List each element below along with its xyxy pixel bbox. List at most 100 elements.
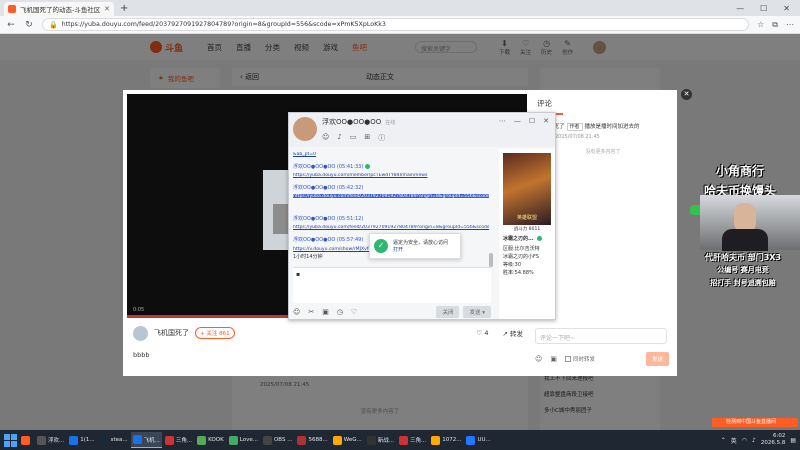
address-toolbar: ← ↻ 🔒 https://yuba.douyu.com/feed/203792… <box>0 16 800 34</box>
taskbar-app[interactable]: 新战... <box>365 432 396 448</box>
author-avatar[interactable] <box>133 325 148 341</box>
heart-icon[interactable]: ♡ <box>351 308 357 316</box>
comment-tools: ☺ ▣ 同时转发 发送 <box>535 352 669 366</box>
verified-icon <box>537 236 543 241</box>
close-window-button[interactable]: ✕ <box>783 4 790 13</box>
taskbar-app-label: 三角... <box>409 438 427 444</box>
minimize-button[interactable]: — <box>736 4 744 13</box>
favorite-star-icon[interactable]: ☆ <box>757 20 764 29</box>
emoji-icon[interactable]: ☺ <box>322 133 329 143</box>
window-controls: — ☐ ✕ <box>736 4 800 13</box>
taskbar: 浮欢... 1(1... stea... 飞机... 三角... KOOK Love... O… <box>0 430 800 450</box>
overlay-line: 招打手 封号追溯包赔 <box>710 279 776 287</box>
url-field[interactable]: 🔒 https://yuba.douyu.com/feed/2037927091… <box>42 18 750 31</box>
author-name[interactable]: 飞机国死了 <box>154 328 189 338</box>
taskbar-app[interactable]: 5688... <box>295 432 329 448</box>
post-author-bar: 飞机国死了 + 关注 861 ♡ 4 ↗ 转发 <box>133 324 523 342</box>
taskbar-app[interactable]: 飞机... <box>130 432 162 448</box>
info-icon[interactable]: ⓘ <box>378 133 385 143</box>
post-actions: ♡ 4 ↗ 转发 <box>476 328 523 338</box>
contact-avatar[interactable] <box>293 117 317 141</box>
taskbar-app[interactable]: OBS ... <box>261 432 295 448</box>
volume-icon[interactable]: ♪ <box>752 437 756 444</box>
browser-tab[interactable]: 飞机国死了的动态-斗鱼社区 ✕ <box>4 2 114 16</box>
emoji-icon[interactable]: ☺ <box>535 355 542 363</box>
taskbar-app[interactable]: Love... <box>227 432 260 448</box>
scroll-thumb[interactable] <box>489 253 493 267</box>
message-link[interactable]: &ab_pt=0 <box>293 152 489 157</box>
taskbar-app-label: WeG... <box>343 437 362 443</box>
like-button[interactable]: ♡ 4 <box>476 329 488 337</box>
message-link[interactable]: https://yuba.douyu.com/member/pcTEwdTY84… <box>293 173 489 178</box>
follow-button[interactable]: + 关注 861 <box>195 327 235 339</box>
taskbar-app[interactable]: 1(1... <box>67 432 96 448</box>
scissors-icon[interactable]: ✂ <box>308 308 314 316</box>
app-icon <box>228 435 238 445</box>
game-profile-card[interactable]: 英雄联盟 战斗力 8011 <box>503 153 551 232</box>
notifications-icon[interactable]: ▤ <box>790 437 796 444</box>
app-icon <box>398 435 408 445</box>
history-icon[interactable]: ◷ <box>337 308 343 316</box>
close-icon[interactable]: ✕ <box>543 117 549 125</box>
close-tab-icon[interactable]: ✕ <box>104 5 110 13</box>
image-icon[interactable]: ▣ <box>550 355 557 363</box>
chat-buttons: 关闭 发送 ▾ <box>436 306 491 318</box>
tray-chevron-icon[interactable]: ⌃ <box>721 437 726 444</box>
taskbar-app-label: 新战... <box>377 438 394 444</box>
image-icon[interactable]: ▣ <box>322 308 329 316</box>
send-comment-button[interactable]: 发送 <box>645 352 669 366</box>
taskbar-app-label: UU... <box>477 437 491 443</box>
message-link-selected[interactable]: https://yuba.douyu.com/feed/203792709192… <box>293 194 489 199</box>
post-body-text: bbbb <box>133 351 150 359</box>
apps-icon[interactable]: ⊞ <box>364 133 370 143</box>
taskbar-app[interactable]: 三角... <box>163 432 194 448</box>
taskbar-app[interactable]: 浮欢... <box>35 432 66 448</box>
extensions-icon[interactable]: ⧉ <box>772 20 778 30</box>
system-clock[interactable]: 6:02 2026.5.8 <box>761 433 786 447</box>
forward-checkbox[interactable]: 同时转发 <box>564 355 595 363</box>
contact-side-panel: 英雄联盟 战斗力 8011 冰霜之刃的... 区服:比尔吉沃特 冰霜之刃的小FS… <box>499 149 555 319</box>
emoji-icon[interactable]: ☺ <box>293 308 300 316</box>
back-icon[interactable]: ← <box>6 20 16 30</box>
clock-date: 2026.5.8 <box>760 440 786 446</box>
send-message-button[interactable]: 发送 ▾ <box>463 306 491 318</box>
open-link-button[interactable]: 打开 <box>393 246 448 253</box>
maximize-icon[interactable]: ☐ <box>529 117 535 125</box>
more-icon[interactable]: ⋯ <box>499 117 506 125</box>
wifi-icon[interactable]: ◠ <box>742 437 747 444</box>
taskbar-app[interactable]: KOOK <box>195 432 226 448</box>
close-chat-button[interactable]: 关闭 <box>436 306 460 318</box>
taskbar-app[interactable]: 三角... <box>397 432 428 448</box>
app-icon <box>37 435 46 445</box>
input-language[interactable]: 英 <box>731 436 737 445</box>
comment-item: 飞机国死了作者播放是播时间加进去的 <box>537 122 671 131</box>
close-modal-icon[interactable]: ✕ <box>681 89 692 100</box>
share-button[interactable]: ↗ 转发 <box>502 328 523 338</box>
maximize-button[interactable]: ☐ <box>760 4 767 13</box>
message-link[interactable]: https://yuba.douyu.com/feed/203792709192… <box>293 225 489 230</box>
taskbar-app[interactable]: stea... <box>98 432 130 448</box>
screen-share-icon[interactable]: ▭ <box>350 133 357 143</box>
message-meta: 浮欢OO●OO●OO (05:41:33) <box>293 163 489 170</box>
minimize-icon[interactable]: — <box>514 117 521 125</box>
share-icon: ↗ <box>502 330 508 338</box>
mic-icon[interactable]: ♪ <box>337 133 341 143</box>
taskbar-app[interactable]: 1072... <box>429 432 463 448</box>
taskbar-app-label: 1(1... <box>80 437 95 443</box>
reload-icon[interactable]: ↻ <box>24 20 34 30</box>
taskbar-app-label: Love... <box>239 437 258 443</box>
browser-tab-bar: 飞机国死了的动态-斗鱼社区 ✕ + — ☐ ✕ <box>0 0 800 16</box>
comment-input[interactable]: 评论一下吧~ <box>535 328 667 344</box>
taskbar-app[interactable]: WeG... <box>331 432 364 448</box>
taskbar-app-label: OBS ... <box>273 437 293 443</box>
taskbar-app[interactable] <box>19 432 34 448</box>
menu-more-icon[interactable]: ⋯ <box>786 20 794 29</box>
start-button[interactable] <box>2 432 18 448</box>
toast-text: 逼定为安全，请放心访问 <box>393 240 449 246</box>
app-icon <box>197 435 207 445</box>
taskbar-app[interactable]: UU... <box>464 432 492 448</box>
app-icon <box>297 435 307 445</box>
taskbar-app-label: 飞机... <box>143 437 160 444</box>
chat-input[interactable]: ▪ <box>293 267 491 303</box>
new-tab-button[interactable]: + <box>120 3 128 14</box>
